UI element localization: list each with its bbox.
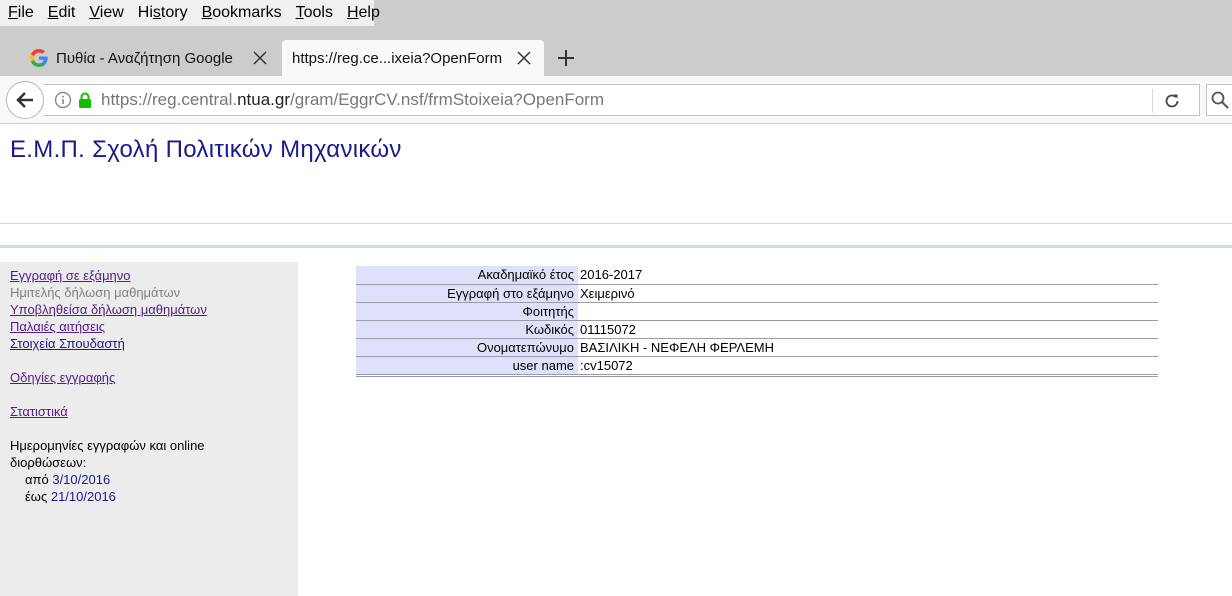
navigation-toolbar: https://reg.central.ntua.gr/gram/EggrCV.…: [0, 76, 1232, 124]
menu-edit[interactable]: Edit: [40, 0, 82, 26]
table-row: user name :cv15072: [356, 356, 1158, 377]
tab-strip: Πυθία - Αναζήτηση Google https://reg.ce.…: [0, 38, 1232, 76]
date-to-row: έως 21/10/2016: [10, 488, 298, 505]
search-icon: [1211, 91, 1229, 109]
menu-file[interactable]: File: [0, 0, 40, 26]
sidebar-link-student-info[interactable]: Στοιχεία Σπουδαστή: [10, 335, 298, 352]
tab-student-info[interactable]: https://reg.ce...ixeia?OpenForm: [282, 40, 544, 76]
table-row: Φοιτητής: [356, 302, 1158, 321]
url-divider: [1152, 89, 1153, 113]
address-bar[interactable]: https://reg.central.ntua.gr/gram/EggrCV.…: [44, 84, 1200, 116]
sidebar-link-incomplete-declaration: Ημιτελής δήλωση μαθημάτων: [10, 285, 181, 300]
menu-view[interactable]: View: [81, 0, 129, 26]
google-g-icon: [30, 49, 48, 67]
back-arrow-icon: [16, 92, 33, 108]
row-value: 01115072: [578, 320, 1158, 339]
date-to-label: έως: [25, 489, 48, 504]
page-title: Ε.Μ.Π. Σχολή Πολιτικών Μηχανικών: [10, 136, 402, 163]
back-button[interactable]: [6, 81, 44, 119]
sidebar-link-old-applications[interactable]: Παλαιές αιτήσεις: [10, 318, 298, 335]
row-value: ΒΑΣΙΛΙΚΗ - ΝΕΦΕΛΗ ΦΕΡΛΕΜΗ: [578, 338, 1158, 357]
tab-close-button[interactable]: [248, 46, 272, 70]
menu-bookmarks[interactable]: Bookmarks: [194, 0, 288, 26]
header-divider: [0, 223, 1232, 224]
url-domain: ntua.gr: [237, 90, 291, 109]
dates-heading-cont: διορθώσεων:: [10, 455, 87, 470]
row-label: Ακαδημαϊκό έτος: [356, 266, 578, 285]
date-from-row: από 3/10/2016: [10, 471, 298, 488]
menu-help[interactable]: Help: [339, 0, 386, 26]
plus-icon: [558, 50, 574, 66]
row-value: [578, 302, 1158, 321]
url-prefix: https://reg.central.: [101, 90, 238, 109]
lock-icon: [79, 92, 91, 108]
date-from-value: 3/10/2016: [52, 472, 111, 487]
row-label: user name: [356, 356, 578, 377]
row-value: 2016-2017: [578, 266, 1158, 285]
sidebar-link-submitted-declaration[interactable]: Υποβληθείσα δήλωση μαθημάτων: [10, 301, 298, 318]
table-row: Κωδικός 01115072: [356, 320, 1158, 339]
table-row: Εγγραφή στο εξάμηνο Χειμερινό: [356, 284, 1158, 303]
sidebar: Εγγραφή σε εξάμηνο Ημιτελής δήλωση μαθημ…: [0, 262, 298, 596]
menubar: File Edit View History Bookmarks Tools H…: [0, 0, 380, 26]
reload-icon: [1165, 94, 1179, 108]
sidebar-link-instructions[interactable]: Οδηγίες εγγραφής: [10, 369, 298, 386]
tab-title: https://reg.ce...ixeia?OpenForm: [292, 49, 503, 67]
header-divider-thick: [0, 245, 1232, 248]
browser-chrome: File Edit View History Bookmarks Tools H…: [0, 0, 1232, 124]
row-value: Χειμερινό: [578, 284, 1158, 303]
reload-button[interactable]: [1160, 89, 1184, 113]
sidebar-link-statistics[interactable]: Στατιστικά: [10, 403, 298, 420]
date-to-value: 21/10/2016: [50, 489, 116, 504]
row-label: Φοιτητής: [356, 302, 578, 321]
search-button[interactable]: [1206, 84, 1232, 116]
menu-tools[interactable]: Tools: [288, 0, 339, 26]
row-label: Ονοματεπώνυμο: [356, 338, 578, 357]
tab-close-button[interactable]: [512, 46, 536, 70]
student-info-table: Ακαδημαϊκό έτος 2016-2017 Εγγραφή στο εξ…: [356, 266, 1158, 377]
info-icon[interactable]: [54, 91, 72, 109]
new-tab-button[interactable]: [552, 44, 580, 72]
close-icon: [517, 51, 531, 65]
row-label: Κωδικός: [356, 320, 578, 339]
url-text: https://reg.central.ntua.gr/gram/EggrCV.…: [101, 90, 604, 110]
row-value: :cv15072: [578, 356, 1158, 377]
row-label: Εγγραφή στο εξάμηνο: [356, 284, 578, 303]
menu-history[interactable]: History: [130, 0, 194, 26]
dates-heading: Ημερομηνίες εγγραφών και online: [10, 438, 205, 453]
close-icon: [253, 51, 267, 65]
tab-title: Πυθία - Αναζήτηση Google: [56, 49, 233, 67]
tab-google-search[interactable]: Πυθία - Αναζήτηση Google: [22, 40, 280, 76]
table-row: Ονοματεπώνυμο ΒΑΣΙΛΙΚΗ - ΝΕΦΕΛΗ ΦΕΡΛΕΜΗ: [356, 338, 1158, 357]
url-suffix: /gram/EggrCV.nsf/frmStoixeia?OpenForm: [290, 90, 605, 109]
sidebar-link-semester-registration[interactable]: Εγγραφή σε εξάμηνο: [10, 267, 298, 284]
table-row: Ακαδημαϊκό έτος 2016-2017: [356, 266, 1158, 285]
date-from-label: από: [25, 472, 49, 487]
